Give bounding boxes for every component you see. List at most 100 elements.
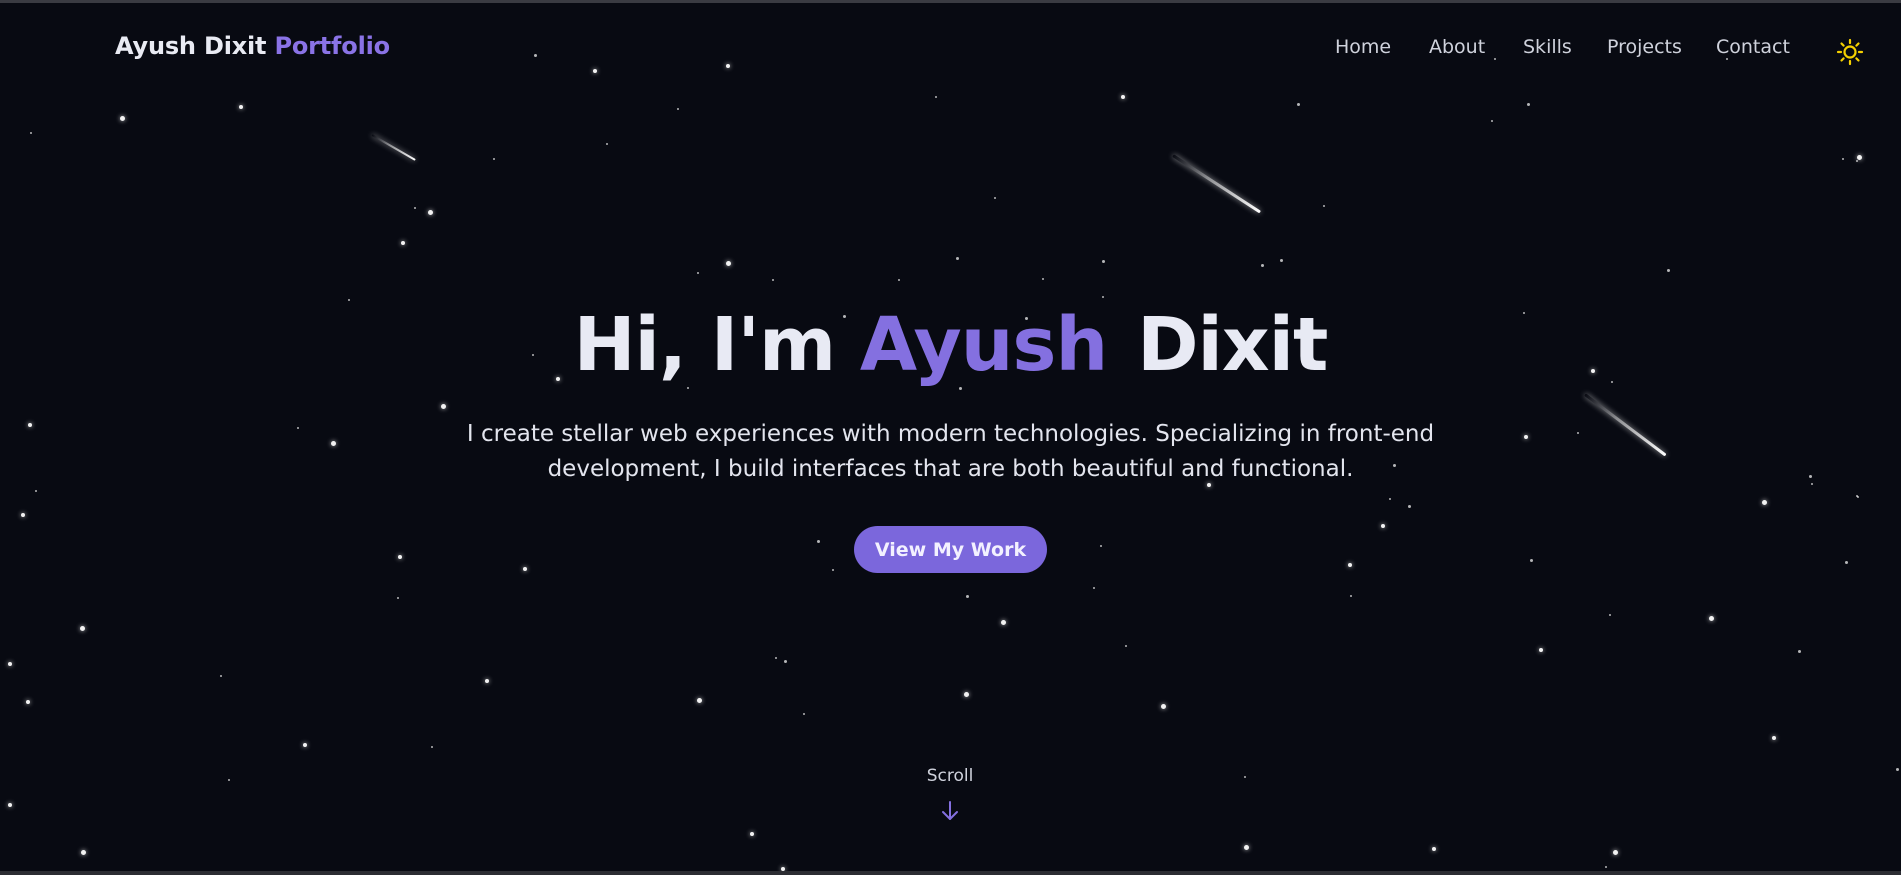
star xyxy=(1297,103,1300,106)
star xyxy=(1857,496,1859,498)
star xyxy=(1491,120,1493,122)
window-bottom-border xyxy=(0,871,1901,875)
nav-link-about[interactable]: About xyxy=(1429,36,1485,58)
star xyxy=(1348,563,1352,567)
brand-logo[interactable]: Ayush Dixit Portfolio xyxy=(115,32,390,60)
star xyxy=(1896,768,1899,771)
star xyxy=(697,272,699,274)
hero-subtitle: I create stellar web experiences with mo… xyxy=(450,417,1451,487)
nav-link-skills[interactable]: Skills xyxy=(1523,36,1572,58)
star xyxy=(784,660,787,663)
star xyxy=(30,132,32,134)
star xyxy=(1389,498,1391,500)
star xyxy=(775,657,777,659)
hero-title-accent: Ayush xyxy=(859,302,1108,388)
star xyxy=(35,490,37,492)
star xyxy=(1280,259,1283,262)
star xyxy=(428,210,433,215)
star xyxy=(1042,278,1044,280)
star xyxy=(1102,296,1104,298)
star xyxy=(677,108,679,110)
arrow-down-icon[interactable] xyxy=(940,800,960,822)
scroll-indicator-label[interactable]: Scroll xyxy=(900,766,1000,786)
star xyxy=(1856,160,1858,162)
star xyxy=(485,679,489,683)
star xyxy=(750,832,754,836)
star xyxy=(21,513,25,517)
star xyxy=(26,700,30,704)
star xyxy=(414,207,416,209)
star xyxy=(8,662,12,666)
star xyxy=(1100,545,1102,547)
star xyxy=(1261,264,1264,267)
star xyxy=(303,743,307,747)
star xyxy=(1809,475,1812,478)
star xyxy=(1432,847,1436,851)
hero-title: Hi, I'm Ayush Dixit xyxy=(0,302,1901,388)
shooting-star xyxy=(371,134,416,161)
star xyxy=(1381,524,1385,528)
nav-link-projects[interactable]: Projects xyxy=(1607,36,1682,58)
star xyxy=(398,555,402,559)
star xyxy=(81,850,86,855)
star xyxy=(1121,95,1125,99)
star xyxy=(120,116,125,121)
star xyxy=(523,567,527,571)
star xyxy=(1093,587,1095,589)
theme-toggle-button[interactable] xyxy=(1836,38,1864,66)
star xyxy=(606,143,608,145)
star xyxy=(1842,158,1844,160)
star xyxy=(803,713,805,715)
star xyxy=(1605,866,1607,868)
star xyxy=(80,626,85,631)
site-header: Ayush Dixit Portfolio Home About Skills … xyxy=(0,0,1901,94)
shooting-star xyxy=(1172,154,1262,214)
star xyxy=(994,197,996,199)
view-my-work-button[interactable]: View My Work xyxy=(854,526,1047,573)
star xyxy=(1709,616,1714,621)
star xyxy=(1350,595,1352,597)
star xyxy=(1613,850,1618,855)
star xyxy=(1539,648,1543,652)
star xyxy=(28,423,32,427)
star xyxy=(772,279,774,281)
star xyxy=(8,803,12,807)
star xyxy=(1811,483,1813,485)
star xyxy=(1772,736,1776,740)
hero-title-suffix: Dixit xyxy=(1137,302,1328,388)
hero-subtitle-line2: development, I build interfaces that are… xyxy=(547,456,1354,482)
star xyxy=(1762,500,1767,505)
star xyxy=(935,96,937,98)
star xyxy=(1408,505,1411,508)
star xyxy=(297,427,299,429)
brand-accent: Portfolio xyxy=(274,32,390,60)
star xyxy=(1798,650,1801,653)
star xyxy=(898,279,900,281)
star xyxy=(228,779,230,781)
star xyxy=(1161,704,1166,709)
star xyxy=(397,597,399,599)
star xyxy=(1857,155,1862,160)
star xyxy=(697,698,702,703)
star xyxy=(239,105,243,109)
star xyxy=(1524,435,1528,439)
star xyxy=(1530,559,1533,562)
star xyxy=(331,441,336,446)
star xyxy=(431,746,433,748)
star xyxy=(348,299,350,301)
star xyxy=(726,261,731,266)
star xyxy=(441,404,446,409)
nav-link-home[interactable]: Home xyxy=(1335,36,1391,58)
hero-subtitle-line1: I create stellar web experiences with mo… xyxy=(466,421,1435,447)
star xyxy=(1001,620,1006,625)
nav-link-contact[interactable]: Contact xyxy=(1716,36,1790,58)
star xyxy=(966,595,969,598)
shooting-star xyxy=(1584,393,1667,457)
star xyxy=(1102,260,1105,263)
star xyxy=(493,158,495,160)
star xyxy=(1244,776,1246,778)
star xyxy=(401,241,405,245)
brand-name: Ayush Dixit xyxy=(115,32,267,60)
sun-icon xyxy=(1836,38,1864,66)
star xyxy=(1323,205,1325,207)
